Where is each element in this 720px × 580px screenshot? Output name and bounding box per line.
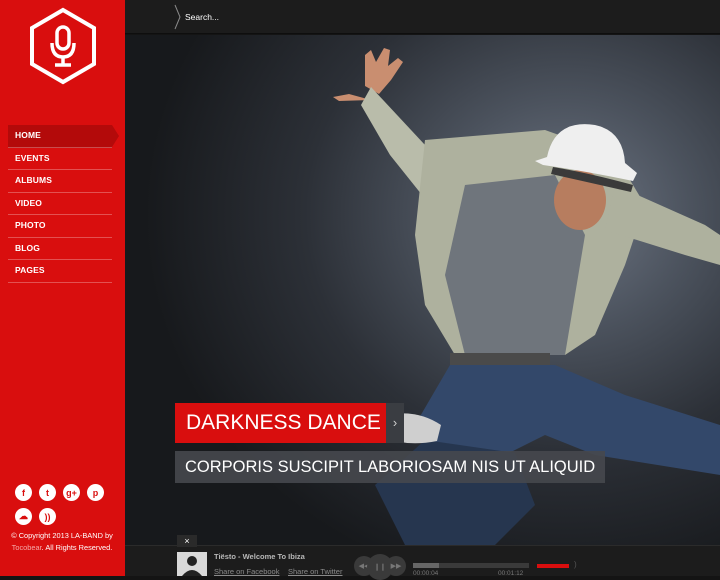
nav-item-albums[interactable]: ALBUMS: [8, 170, 112, 193]
nav-item-video[interactable]: VIDEO: [8, 193, 112, 215]
pinterest-icon[interactable]: p: [87, 484, 104, 501]
main-nav: HOME EVENTS ALBUMS VIDEO PHOTO BLOG PAGE…: [8, 125, 119, 283]
twitter-icon[interactable]: t: [39, 484, 56, 501]
copyright-prefix: © Copyright 2013 LA-BAND by: [11, 531, 113, 540]
nav-item-pages[interactable]: PAGES: [8, 260, 112, 283]
nav-item-blog[interactable]: BLOG: [8, 238, 112, 260]
google-plus-icon[interactable]: g+: [63, 484, 80, 501]
sidebar: HOME EVENTS ALBUMS VIDEO PHOTO BLOG PAGE…: [0, 0, 125, 576]
nav-item-home[interactable]: HOME: [8, 125, 119, 148]
next-icon: ▶▶: [390, 563, 402, 570]
next-track-button[interactable]: ▶▶: [386, 556, 406, 576]
volume-icon[interactable]: ): [574, 560, 577, 569]
nav-item-events[interactable]: EVENTS: [8, 148, 112, 170]
top-bar: [125, 0, 720, 34]
pause-icon: ❙❙: [374, 564, 386, 571]
chevron-right-icon: [174, 4, 181, 30]
copyright: © Copyright 2013 LA-BAND by Tocobear. Al…: [10, 530, 114, 553]
progress-fill: [413, 563, 439, 568]
music-player: × Tiësto - Welcome To Ibiza Share on Fac…: [125, 535, 720, 580]
facebook-icon[interactable]: f: [15, 484, 32, 501]
share-twitter-link[interactable]: Share on Twitter: [288, 567, 342, 576]
social-links: f t g+ p ☁ )): [15, 484, 115, 532]
track-title: Tiësto - Welcome To Ibiza: [214, 552, 305, 561]
slide-next-arrow-icon[interactable]: ›: [386, 403, 404, 443]
close-player-button[interactable]: ×: [177, 535, 197, 547]
copyright-brand-link[interactable]: Tocobear: [12, 543, 42, 552]
album-thumbnail: [177, 552, 207, 576]
volume-fill: [537, 564, 569, 568]
volume-slider[interactable]: [537, 564, 569, 568]
rss-icon[interactable]: )): [39, 508, 56, 525]
microphone-logo-icon[interactable]: [28, 7, 98, 85]
progress-bar[interactable]: [413, 563, 529, 568]
copyright-suffix: . All Rights Reserved.: [41, 542, 113, 552]
slide-title: DARKNESS DANCE: [175, 403, 392, 443]
search-input[interactable]: [185, 9, 485, 25]
nav-item-photo[interactable]: PHOTO: [8, 215, 112, 238]
hero-slider: DARKNESS DANCE › CORPORIS SUSCIPIT LABOR…: [125, 35, 720, 545]
soundcloud-icon[interactable]: ☁: [15, 508, 32, 525]
slide-subtitle: CORPORIS SUSCIPIT LABORIOSAM NIS UT ALIQ…: [175, 451, 606, 483]
share-facebook-link[interactable]: Share on Facebook: [214, 567, 279, 576]
